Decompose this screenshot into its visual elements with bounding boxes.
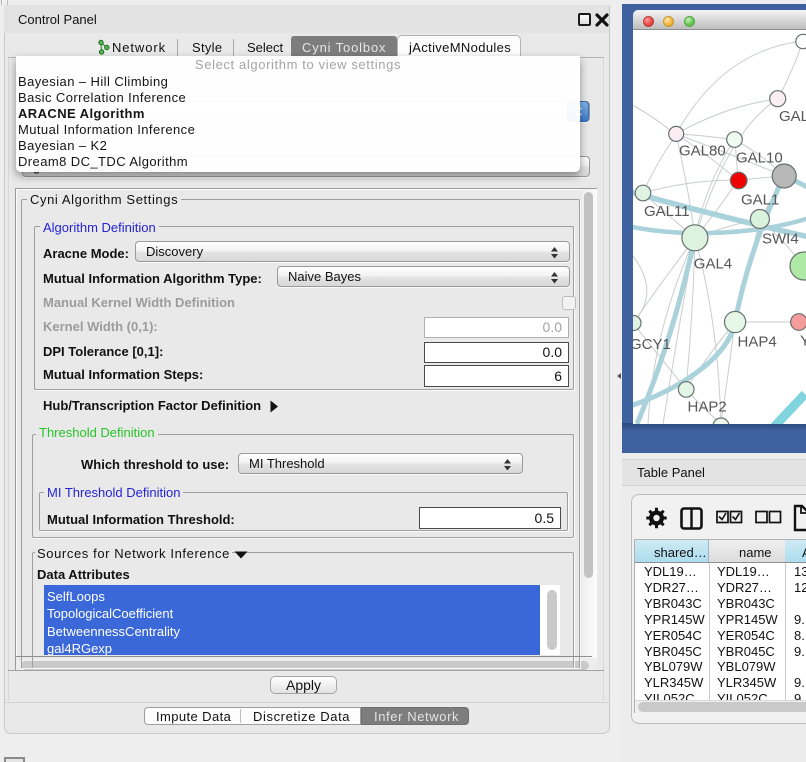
svg-text:GAL11: GAL11	[644, 203, 690, 220]
svg-text:HAP2: HAP2	[688, 399, 727, 416]
svg-text:SWI4: SWI4	[762, 231, 799, 248]
svg-text:GAL: GAL	[779, 108, 806, 125]
svg-text:GAL4: GAL4	[694, 256, 732, 273]
svg-text:HAP4: HAP4	[738, 334, 777, 351]
svg-text:GCY1: GCY1	[633, 336, 671, 353]
svg-text:GAL80: GAL80	[679, 143, 726, 160]
svg-text:Y: Y	[800, 333, 806, 350]
svg-text:GAL1: GAL1	[741, 192, 779, 209]
svg-text:GAL10: GAL10	[736, 150, 783, 167]
